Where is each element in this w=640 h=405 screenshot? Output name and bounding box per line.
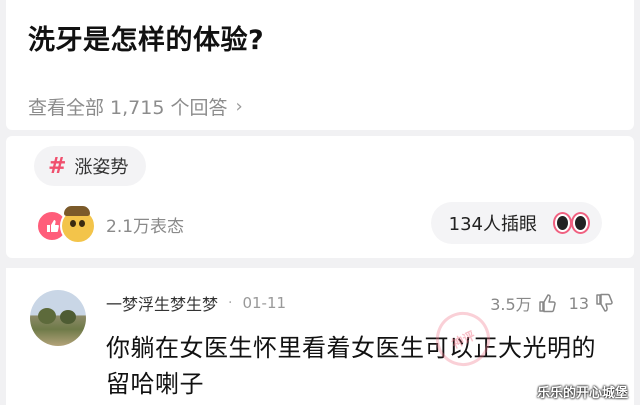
question-title[interactable]: 洗牙是怎样的体验?: [28, 18, 264, 57]
reaction-count: 2.1万表态: [106, 216, 185, 237]
avatar[interactable]: [30, 290, 86, 346]
hot-comment-stamp-label: 神评: [449, 328, 478, 351]
chevron-right-icon: ›: [235, 96, 243, 117]
like-button[interactable]: 3.5万: [490, 291, 556, 315]
dislike-button[interactable]: 13: [569, 293, 614, 313]
reactions-summary[interactable]: 2.1万表态: [36, 206, 185, 244]
thumb-up-icon: [538, 294, 556, 313]
eyes-icon: [555, 214, 588, 232]
insert-eye-label: 134人插眼: [448, 214, 537, 235]
separator-dot: ·: [228, 295, 233, 311]
insert-eye-button[interactable]: 134人插眼: [430, 202, 602, 244]
laugh-emoji-icon: [60, 206, 96, 244]
watermark-text: 乐乐的开心城堡: [536, 386, 628, 401]
comment-header: 一梦浮生梦生梦 · 01-11 3.5万 13: [106, 290, 614, 316]
thumb-down-icon: [596, 293, 613, 312]
comment-item: 一梦浮生梦生梦 · 01-11 3.5万 13 你躺在女医生怀里看着女医生可以正…: [6, 268, 634, 405]
view-all-answers-link[interactable]: 查看全部 1,715 个回答 ›: [28, 93, 243, 120]
comment-date: 01-11: [242, 294, 287, 312]
comment-author[interactable]: 一梦浮生梦生梦: [106, 291, 218, 315]
like-count: 3.5万: [490, 295, 532, 314]
comment-stats: 3.5万 13: [490, 291, 614, 315]
dislike-count: 13: [568, 293, 589, 313]
question-card: 洗牙是怎样的体验? 查看全部 1,715 个回答 ›: [6, 0, 634, 130]
topic-tag-label: 涨姿势: [74, 157, 129, 178]
answer-meta-card: # 涨姿势 2.1万表态 134人插眼: [6, 136, 634, 258]
view-all-label: 查看全部 1,715 个回答: [28, 97, 228, 119]
reaction-emojis: [36, 206, 96, 244]
topic-tag[interactable]: # 涨姿势: [34, 146, 147, 186]
hashtag-icon: #: [48, 153, 67, 179]
comment-text: 你躺在女医生怀里看着女医生可以正大光明的留哈喇子: [106, 334, 596, 398]
